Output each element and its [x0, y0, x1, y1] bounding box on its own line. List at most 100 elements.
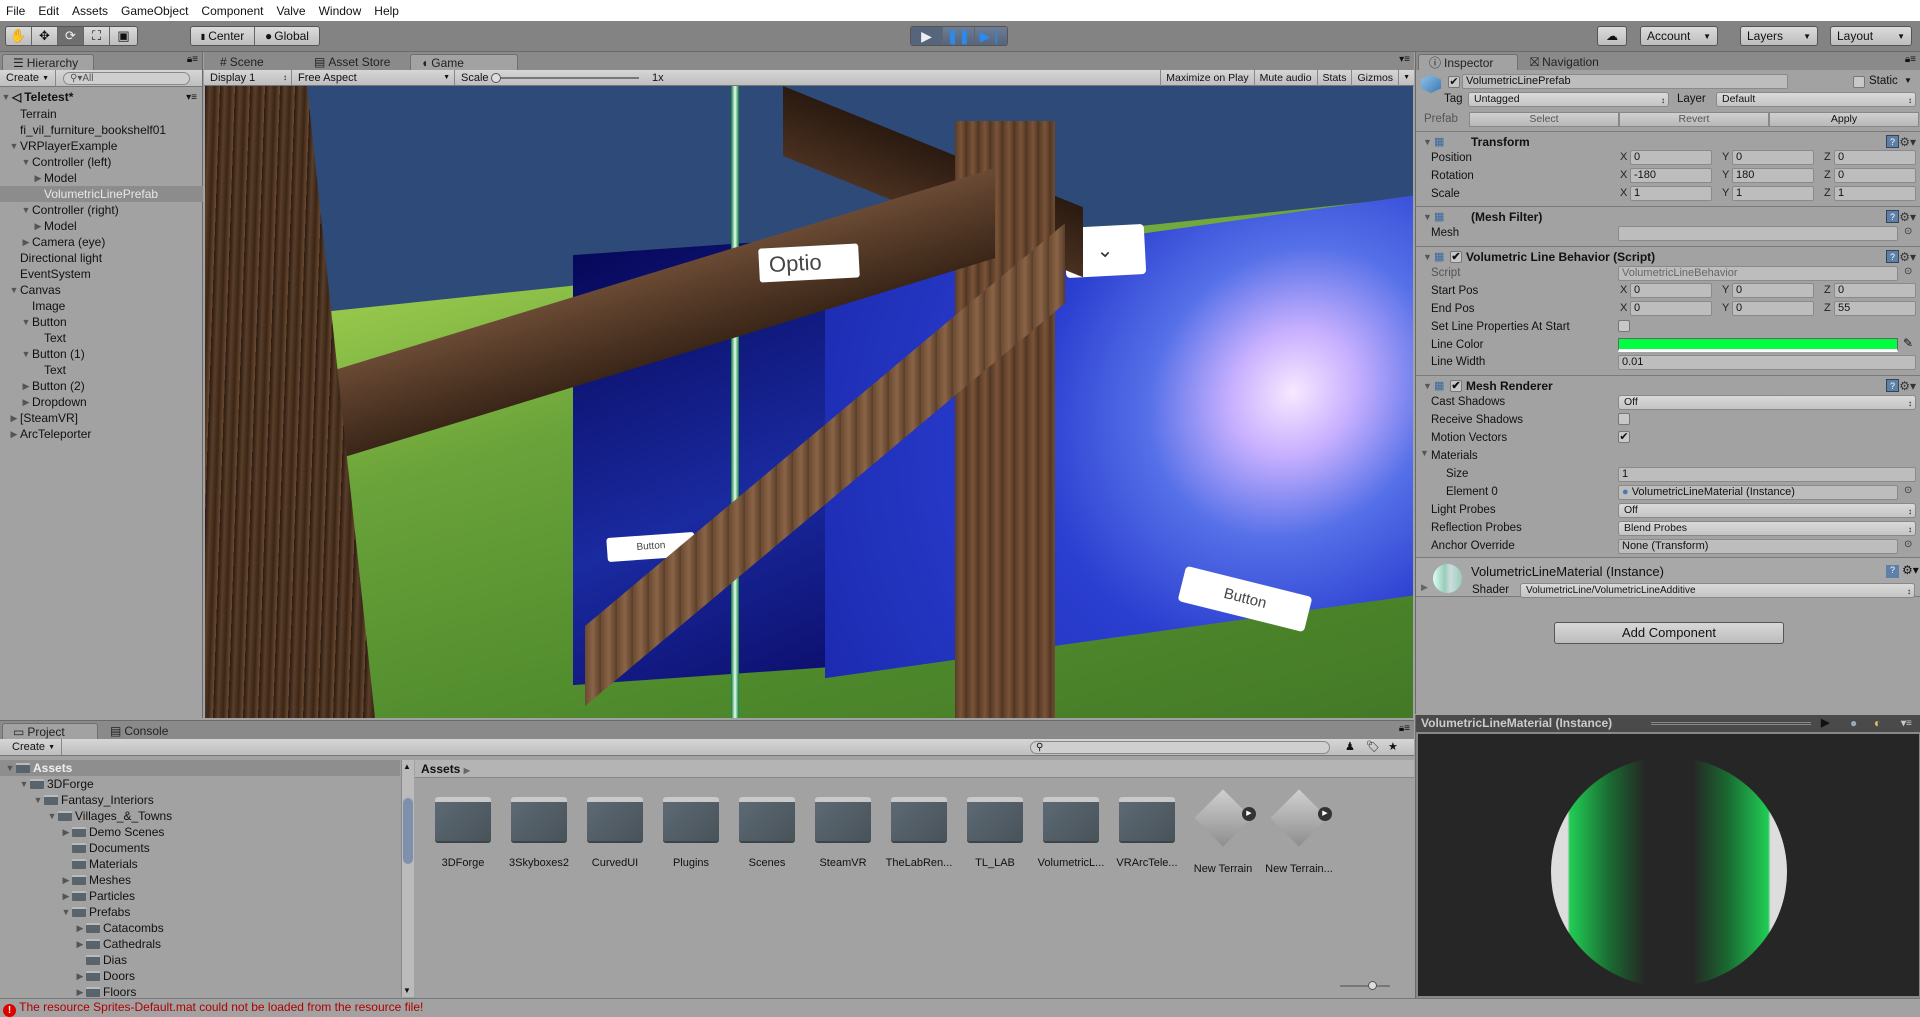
- rotation-x[interactable]: -180: [1630, 168, 1712, 183]
- hand-tool-icon[interactable]: ✋: [6, 27, 32, 45]
- scroll-up-icon[interactable]: ▲: [403, 762, 411, 771]
- mesh-field[interactable]: [1618, 226, 1898, 241]
- project-folder-item[interactable]: ▼ Prefabs: [0, 904, 400, 920]
- move-tool-icon[interactable]: ✥: [32, 27, 58, 45]
- help-icon[interactable]: ?: [1886, 135, 1899, 148]
- menu-icon[interactable]: ▾≡: [1901, 715, 1912, 732]
- eyedropper-icon[interactable]: ✎: [1903, 336, 1913, 350]
- toggle-stats[interactable]: Stats: [1316, 70, 1352, 86]
- menu-window[interactable]: Window: [319, 4, 362, 18]
- expand-arrow-icon[interactable]: ▼: [32, 795, 44, 805]
- layers-dropdown[interactable]: Layers ▼: [1740, 26, 1818, 46]
- project-folder-item[interactable]: Dias: [0, 952, 400, 968]
- filter-type-icon[interactable]: ♟: [1345, 740, 1355, 753]
- asset-item[interactable]: CurvedUI: [580, 791, 650, 869]
- gear-icon[interactable]: ⚙▾: [1899, 376, 1916, 396]
- project-folder-item[interactable]: ▶ Catacombs: [0, 920, 400, 936]
- prefab-apply-button[interactable]: Apply: [1769, 112, 1919, 127]
- menu-icon[interactable]: ▾≡: [186, 92, 197, 103]
- expand-arrow-icon[interactable]: ▼: [20, 157, 32, 167]
- gear-icon[interactable]: ⚙▾: [1899, 132, 1916, 152]
- component-header[interactable]: ▼ ▦ Transform? ⚙▾: [1416, 131, 1920, 151]
- position-y[interactable]: 0: [1732, 150, 1814, 165]
- gear-icon[interactable]: ⚙▾: [1899, 247, 1916, 267]
- object-picker-icon[interactable]: ⊙: [1904, 539, 1912, 550]
- end-pos-x[interactable]: 0: [1630, 301, 1712, 316]
- foldout-arrow-icon[interactable]: ▼: [1423, 207, 1432, 227]
- scrollbar-thumb[interactable]: [403, 798, 413, 864]
- menu-assets[interactable]: Assets: [72, 4, 108, 18]
- scale-slider-thumb[interactable]: [491, 73, 501, 83]
- foldout-arrow-icon[interactable]: ▶: [1421, 582, 1428, 593]
- cloud-button[interactable]: ☁: [1597, 26, 1627, 46]
- project-folder-item[interactable]: ▶ Floors: [0, 984, 400, 997]
- expand-arrow-icon[interactable]: ▶: [74, 971, 86, 982]
- expand-arrow-icon[interactable]: ▶: [8, 413, 20, 424]
- project-folder-item[interactable]: ▼ 3DForge: [0, 776, 400, 792]
- expand-arrow-icon[interactable]: ▶: [8, 429, 20, 440]
- asset-item[interactable]: TheLabRen...: [884, 791, 954, 869]
- component-header[interactable]: ▼ ▦ ✔ Volumetric Line Behavior (Script)? ⚙▾: [1416, 246, 1920, 266]
- project-folder-item[interactable]: ▶ Doors: [0, 968, 400, 984]
- help-icon[interactable]: ?: [1886, 210, 1899, 223]
- rotate-tool-icon[interactable]: ⟳: [58, 27, 84, 45]
- object-picker-icon[interactable]: ⊙: [1904, 485, 1912, 496]
- end-pos-z[interactable]: 55: [1834, 301, 1916, 316]
- hierarchy-item[interactable]: ▼ Controller (left): [0, 154, 203, 170]
- lock-icon[interactable]: 🔒︎≡: [1399, 723, 1410, 734]
- project-folder-item[interactable]: Materials: [0, 856, 400, 872]
- account-dropdown[interactable]: Account ▼: [1640, 26, 1718, 46]
- menu-gameobject[interactable]: GameObject: [121, 4, 188, 18]
- step-button[interactable]: ▶❘: [975, 27, 1007, 45]
- cast-shadows-dropdown[interactable]: Off: [1618, 395, 1916, 410]
- static-dropdown-arrow-icon[interactable]: ▼: [1904, 76, 1912, 85]
- hierarchy-item[interactable]: ▼ VRPlayerExample: [0, 138, 203, 154]
- gizmos-dropdown-arrow-icon[interactable]: ▼: [1398, 70, 1414, 86]
- toggle-mute-audio[interactable]: Mute audio: [1253, 70, 1317, 86]
- object-picker-icon[interactable]: ⊙: [1904, 226, 1912, 237]
- foldout-arrow-icon[interactable]: ▼: [1420, 448, 1429, 458]
- expand-arrow-icon[interactable]: ▶: [74, 939, 86, 950]
- tab-asset-store[interactable]: ▤ Asset Store: [304, 54, 400, 70]
- create-button[interactable]: Create ▼: [0, 70, 57, 86]
- expand-arrow-icon[interactable]: ▶: [32, 221, 44, 232]
- expand-arrow-icon[interactable]: ▶: [32, 173, 44, 184]
- tag-dropdown[interactable]: Untagged: [1468, 92, 1669, 107]
- scale-x[interactable]: 1: [1630, 186, 1712, 201]
- object-picker-icon[interactable]: ⊙: [1904, 266, 1912, 277]
- hierarchy-item[interactable]: Text: [0, 362, 203, 378]
- active-checkbox[interactable]: ✔: [1448, 76, 1460, 88]
- create-button[interactable]: Create ▼: [6, 739, 63, 755]
- tab-game[interactable]: ◖ Game: [410, 54, 518, 70]
- expand-arrow-icon[interactable]: ▼: [8, 141, 20, 151]
- expand-arrow-icon[interactable]: ▼: [20, 205, 32, 215]
- menu-edit[interactable]: Edit: [38, 4, 59, 18]
- hierarchy-item[interactable]: ▼ Controller (right): [0, 202, 203, 218]
- asset-item[interactable]: SteamVR: [808, 791, 878, 869]
- menu-icon[interactable]: ▾≡: [1399, 54, 1410, 65]
- asset-item[interactable]: ▶ New Terrain...: [1264, 789, 1334, 875]
- hierarchy-item[interactable]: fi_vil_furniture_bookshelf01: [0, 122, 203, 138]
- line-width-field[interactable]: 0.01: [1618, 355, 1916, 370]
- expand-arrow-icon[interactable]: ▶: [20, 381, 32, 392]
- asset-item[interactable]: VolumetricL...: [1036, 791, 1106, 869]
- hierarchy-item[interactable]: Terrain: [0, 106, 203, 122]
- hierarchy-item[interactable]: Text: [0, 330, 203, 346]
- hierarchy-item[interactable]: ▶ Dropdown: [0, 394, 203, 410]
- hierarchy-item[interactable]: ▼ Button (1): [0, 346, 203, 362]
- layer-dropdown[interactable]: Default: [1716, 92, 1916, 107]
- expand-arrow-icon[interactable]: ▶: [74, 923, 86, 934]
- project-folder-item[interactable]: ▼ Fantasy_Interiors: [0, 792, 400, 808]
- drag-handle[interactable]: [1651, 722, 1811, 725]
- position-x[interactable]: 0: [1630, 150, 1712, 165]
- expand-arrow-icon[interactable]: ▶: [20, 237, 32, 248]
- hierarchy-item[interactable]: ▼ Button: [0, 314, 203, 330]
- project-folder-item[interactable]: ▼ Assets: [0, 760, 400, 776]
- expand-arrow-icon[interactable]: ▶: [20, 397, 32, 408]
- start-pos-z[interactable]: 0: [1834, 283, 1916, 298]
- renderer-enabled-checkbox[interactable]: ✔: [1450, 380, 1462, 392]
- expand-arrow-icon[interactable]: ▼: [8, 285, 20, 295]
- tab-console[interactable]: ▤ Console: [100, 723, 178, 739]
- play-button[interactable]: ▶: [911, 27, 943, 45]
- asset-item[interactable]: ▶ New Terrain: [1188, 789, 1258, 875]
